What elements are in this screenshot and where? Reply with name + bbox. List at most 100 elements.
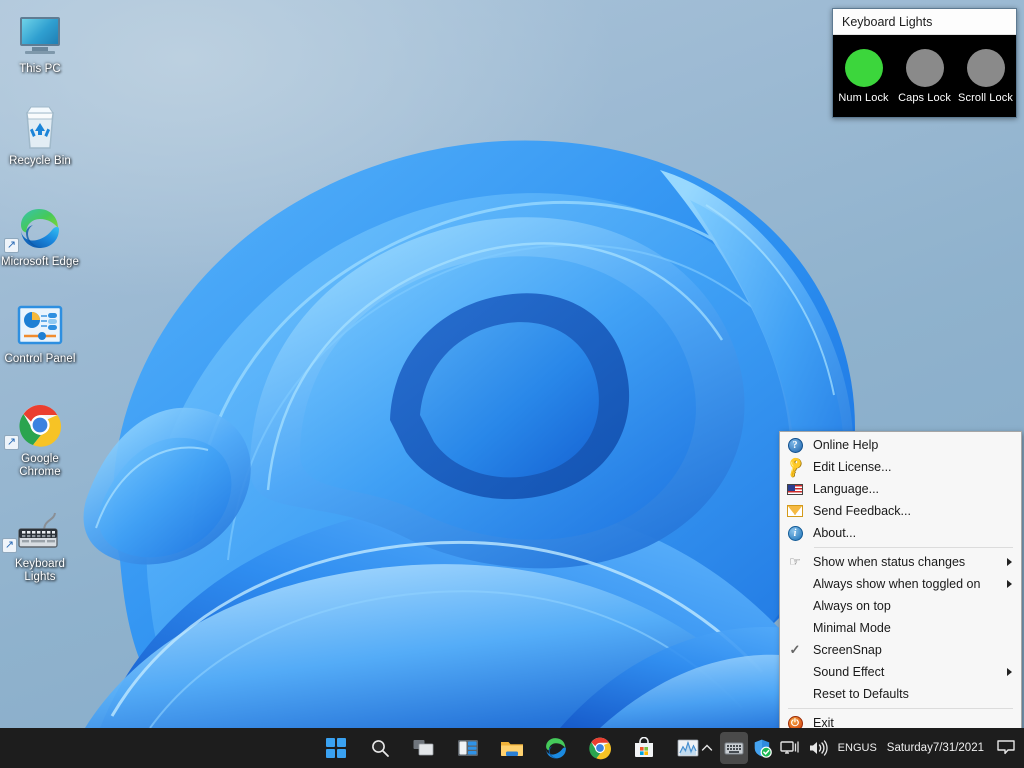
key-icon: 🔑	[780, 458, 810, 476]
search-button[interactable]	[364, 732, 396, 764]
shortcut-overlay-icon	[4, 238, 19, 253]
menu-item-about[interactable]: i About...	[780, 522, 1021, 544]
indicator-scroll-lock[interactable]: Scroll Lock	[955, 35, 1016, 117]
menu-item-label: Always show when toggled on	[810, 577, 1007, 591]
menu-separator	[788, 708, 1013, 709]
control-panel-icon	[0, 300, 80, 350]
menu-item-always-show-when-toggled-on[interactable]: Always show when toggled on	[780, 573, 1021, 595]
tray-icon-keyboard-lights[interactable]	[720, 732, 748, 764]
widgets-button[interactable]	[452, 732, 484, 764]
shortcut-overlay-icon	[2, 538, 17, 553]
menu-item-label: Reset to Defaults	[810, 687, 1015, 701]
clock-date: 7/31/2021	[933, 741, 984, 755]
this-pc-icon	[0, 10, 80, 60]
chevron-right-icon	[1007, 558, 1012, 566]
num-lock-label: Num Lock	[838, 92, 888, 104]
menu-item-show-when-status-changes[interactable]: ☞ Show when status changes	[780, 551, 1021, 573]
indicator-num-lock[interactable]: Num Lock	[833, 35, 894, 117]
menu-item-label: Language...	[810, 482, 1015, 496]
menu-item-label: About...	[810, 526, 1015, 540]
menu-item-label: Edit License...	[810, 460, 1015, 474]
taskbar: ENG US Saturday 7/31/2021	[0, 728, 1024, 768]
volume-icon	[808, 739, 828, 757]
file-explorer-button[interactable]	[496, 732, 528, 764]
hand-icon: ☞	[780, 554, 810, 570]
desktop-icon-keyboard-lights[interactable]: Keyboard Lights	[0, 505, 80, 584]
tray-icon-volume[interactable]	[804, 732, 832, 764]
shortcut-overlay-icon	[4, 435, 19, 450]
microsoft-edge-icon	[544, 736, 568, 760]
menu-item-online-help[interactable]: ? Online Help	[780, 434, 1021, 456]
chevron-right-icon	[1007, 580, 1012, 588]
language-line-2: US	[862, 742, 877, 754]
folder-icon	[500, 738, 524, 758]
menu-item-language[interactable]: Language...	[780, 478, 1021, 500]
menu-item-label: ScreenSnap	[810, 643, 1015, 657]
tray-icon-network[interactable]	[776, 732, 804, 764]
num-lock-led	[845, 49, 883, 87]
desktop-icon-label: Recycle Bin	[0, 155, 80, 168]
keyboard-icon	[724, 740, 744, 756]
network-icon	[780, 740, 800, 757]
menu-item-screensnap[interactable]: ✓ ScreenSnap	[780, 639, 1021, 661]
clock-day: Saturday	[887, 741, 933, 755]
flag-icon	[780, 484, 810, 495]
info-icon: i	[780, 526, 810, 541]
google-chrome-button[interactable]	[584, 732, 616, 764]
indicator-caps-lock[interactable]: Caps Lock	[894, 35, 955, 117]
language-line-1: ENG	[838, 742, 862, 754]
menu-item-edit-license[interactable]: 🔑 Edit License...	[780, 456, 1021, 478]
menu-item-sound-effect[interactable]: Sound Effect	[780, 661, 1021, 683]
menu-item-minimal-mode[interactable]: Minimal Mode	[780, 617, 1021, 639]
tray-language-indicator[interactable]: ENG US	[832, 732, 883, 764]
scroll-lock-led	[967, 49, 1005, 87]
menu-item-always-on-top[interactable]: Always on top	[780, 595, 1021, 617]
tray-context-menu[interactable]: ? Online Help 🔑 Edit License... Language…	[779, 431, 1022, 737]
shield-icon	[752, 738, 772, 758]
start-button[interactable]	[320, 732, 352, 764]
menu-item-label: Minimal Mode	[810, 621, 1015, 635]
desktop-icon-this-pc[interactable]: This PC	[0, 10, 80, 76]
menu-item-label: Sound Effect	[810, 665, 1007, 679]
caps-lock-led	[906, 49, 944, 87]
desktop-icon-microsoft-edge[interactable]: Microsoft Edge	[0, 203, 80, 269]
task-view-button[interactable]	[408, 732, 440, 764]
tray-overflow-button[interactable]	[694, 732, 720, 764]
task-view-icon	[413, 738, 435, 758]
microsoft-edge-icon	[0, 203, 80, 253]
search-icon	[370, 738, 390, 758]
widget-lights-row: Num Lock Caps Lock Scroll Lock	[833, 35, 1016, 117]
chevron-up-icon	[700, 741, 714, 755]
desktop-icon-google-chrome[interactable]: Google Chrome	[0, 400, 80, 479]
desktop-icon-control-panel[interactable]: Control Panel	[0, 300, 80, 366]
desktop-icon-label: Keyboard Lights	[0, 558, 80, 584]
recycle-bin-icon	[0, 102, 80, 152]
menu-item-label: Show when status changes	[810, 555, 1007, 569]
menu-item-reset-to-defaults[interactable]: Reset to Defaults	[780, 683, 1021, 705]
microsoft-edge-button[interactable]	[540, 732, 572, 764]
menu-item-send-feedback[interactable]: Send Feedback...	[780, 500, 1021, 522]
checkmark-icon: ✓	[780, 642, 810, 658]
menu-separator	[814, 547, 1013, 548]
microsoft-store-button[interactable]	[628, 732, 660, 764]
help-icon: ?	[780, 438, 810, 453]
windows-logo-icon	[326, 738, 347, 759]
keyboard-lights-widget[interactable]: Keyboard Lights Num Lock Caps Lock Scrol…	[832, 8, 1017, 118]
scroll-lock-label: Scroll Lock	[958, 92, 1013, 104]
tray-icon-windows-security[interactable]	[748, 732, 776, 764]
chevron-right-icon	[1007, 668, 1012, 676]
notifications-button[interactable]	[992, 732, 1020, 764]
widgets-icon	[457, 738, 479, 758]
menu-item-label: Always on top	[810, 599, 1015, 613]
desktop-icon-label: Google Chrome	[0, 453, 80, 479]
desktop-icon-label: Microsoft Edge	[0, 256, 80, 269]
system-tray: ENG US Saturday 7/31/2021	[694, 728, 1024, 768]
caps-lock-label: Caps Lock	[898, 92, 951, 104]
desktop-icon-recycle-bin[interactable]: Recycle Bin	[0, 102, 80, 168]
menu-item-label: Online Help	[810, 438, 1015, 452]
taskbar-clock[interactable]: Saturday 7/31/2021	[883, 732, 992, 764]
envelope-icon	[780, 505, 810, 517]
desktop-icon-label: This PC	[0, 63, 80, 76]
notification-bubble-icon	[996, 739, 1016, 757]
menu-item-label: Send Feedback...	[810, 504, 1015, 518]
